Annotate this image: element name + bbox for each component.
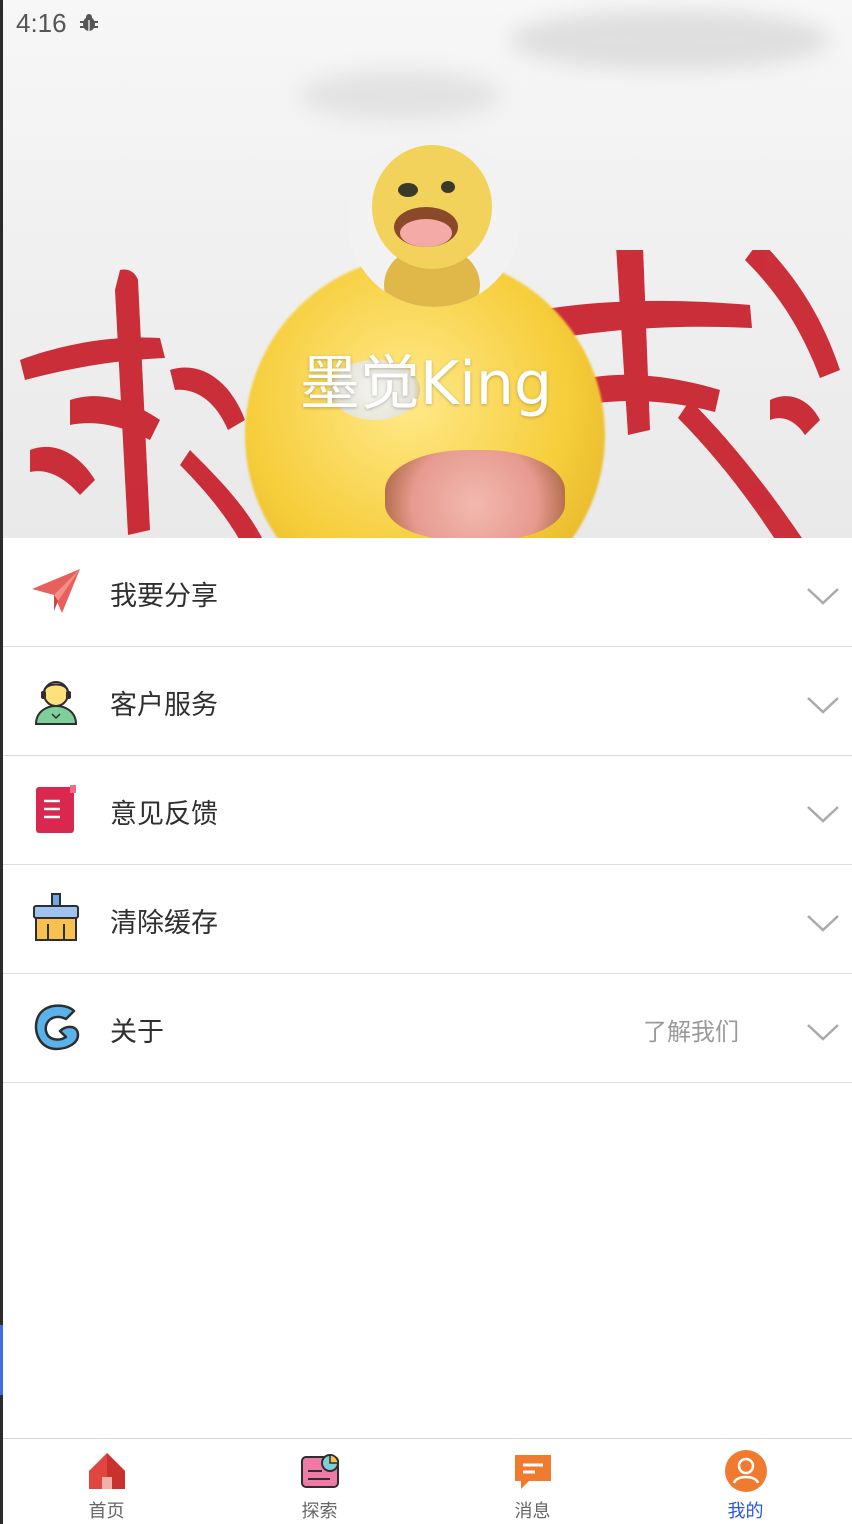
status-bar: 4:16 xyxy=(0,0,852,48)
paper-plane-icon xyxy=(32,569,80,613)
menu-item-label: 清除缓存 xyxy=(110,908,218,939)
emoji-face-mouth xyxy=(385,450,565,538)
feedback-book-icon xyxy=(36,785,76,833)
menu-item-about[interactable]: 关于 了解我们 xyxy=(0,974,852,1083)
window-left-edge xyxy=(0,0,3,1524)
avatar-mascot-icon xyxy=(348,135,520,307)
nav-tab-home[interactable]: 首页 xyxy=(0,1439,213,1524)
home-icon xyxy=(88,1453,125,1489)
username: 墨觉King xyxy=(299,349,553,419)
message-icon xyxy=(514,1455,551,1489)
about-hint: 了解我们 xyxy=(643,1018,739,1046)
menu-item-label: 客户服务 xyxy=(110,690,218,721)
window-edge-highlight xyxy=(0,1325,3,1395)
broom-clean-icon xyxy=(33,893,79,941)
background-blur xyxy=(300,70,500,120)
nav-tab-profile[interactable]: 我的 xyxy=(639,1439,852,1524)
menu-item-label: 我要分享 xyxy=(110,581,218,612)
avatar[interactable] xyxy=(348,135,520,307)
nav-label: 消息 xyxy=(514,1501,551,1522)
chevron-down-icon[interactable] xyxy=(806,1022,840,1042)
customer-service-icon xyxy=(34,681,78,725)
profile-icon xyxy=(724,1450,767,1492)
menu-item-share[interactable]: 我要分享 xyxy=(0,538,852,647)
settings-menu: 我要分享 客户服务 意见反馈 清除缓存 关于 了解我们 xyxy=(0,538,852,1083)
menu-item-label: 意见反馈 xyxy=(110,799,218,830)
menu-item-label: 关于 xyxy=(110,1017,164,1048)
menu-item-clear-cache[interactable]: 清除缓存 xyxy=(0,865,852,974)
profile-screen: 4:16 墨觉King 我要分享 客户服务 意见反馈 清除缓存 关于 了解我们 … xyxy=(0,0,852,1524)
nav-label: 我的 xyxy=(727,1501,764,1522)
status-time: 4:16 xyxy=(16,8,67,38)
nav-label: 探索 xyxy=(301,1501,338,1522)
nav-tab-explore[interactable]: 探索 xyxy=(213,1439,426,1524)
explore-icon xyxy=(300,1454,339,1488)
chevron-down-icon[interactable] xyxy=(806,586,840,606)
chevron-down-icon[interactable] xyxy=(806,804,840,824)
bug-icon xyxy=(80,14,98,31)
nav-label: 首页 xyxy=(88,1501,125,1522)
menu-item-customer-service[interactable]: 客户服务 xyxy=(0,647,852,756)
menu-item-feedback[interactable]: 意见反馈 xyxy=(0,756,852,865)
profile-header: 4:16 墨觉King xyxy=(0,0,852,538)
nav-tab-messages[interactable]: 消息 xyxy=(426,1439,639,1524)
bottom-navigation: 首页 探索 消息 我的 xyxy=(0,1438,852,1524)
chevron-down-icon[interactable] xyxy=(806,913,840,933)
chevron-down-icon[interactable] xyxy=(806,695,840,715)
about-logo-icon xyxy=(34,1004,80,1051)
